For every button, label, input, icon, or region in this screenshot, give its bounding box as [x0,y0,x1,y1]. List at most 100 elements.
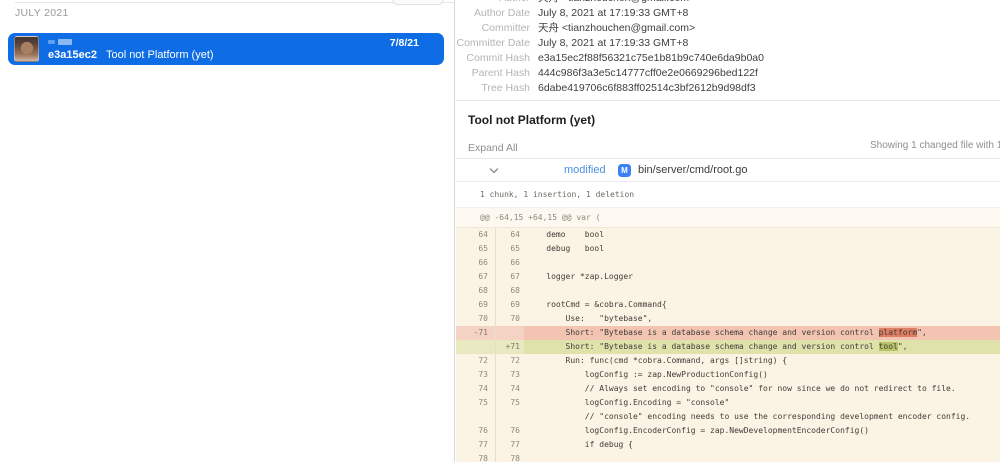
diff-line: 6767 logger *zap.Logger [456,270,1000,284]
new-line-number: 65 [496,242,524,256]
diff-line-code [524,284,1000,298]
diff-line-code: if debug { [524,438,1000,452]
new-line-number: 72 [496,354,524,368]
avatar [14,36,39,62]
diff-line: 6464 demo bool [456,228,1000,242]
old-line-number: 69 [456,298,496,312]
metadata-value: e3a15ec2f88f56321c75e1b81b9c740e6da9b0a0 [538,52,764,64]
metadata-value: July 8, 2021 at 17:19:33 GMT+8 [538,37,688,49]
metadata-row: Tree Hash6dabe419706c6f883ff02514c3bf261… [456,80,1000,95]
diff-line: 7474 // Always set encoding to "console"… [456,382,1000,396]
metadata-value: July 8, 2021 at 17:19:33 GMT+8 [538,7,688,19]
diff-line-code: demo bool [524,228,1000,242]
author-name-redacted [48,40,55,44]
metadata-row: Author Date July 8, 2021 at 17:19:33 GMT+… [456,5,1000,20]
diff-line: 6666 [456,256,1000,270]
old-line-number: 76 [456,424,496,438]
changed-files-summary: Showing 1 changed file with 1 addition a… [870,140,1000,151]
diff-stats-line: 1 chunk, 1 insertion, 1 deletion [456,182,1000,208]
diff-line: 6969 rootCmd = &cobra.Command{ [456,298,1000,312]
old-line-number: 75 [456,396,496,410]
metadata-value: 天舟 <tianzhouchen@gmail.com> [538,20,695,35]
old-line-number [456,410,496,424]
old-line-number: -71 [456,326,496,340]
diff-line: -71 Short: "Bytebase is a database schem… [456,326,1000,340]
commit-message-title: Tool not Platform (yet) [468,113,1000,127]
diff-line: 7272 Run: func(cmd *cobra.Command, args … [456,354,1000,368]
section-divider [15,2,454,3]
old-line-number: 72 [456,354,496,368]
diff-line-code: // Always set encoding to "console" for … [524,382,1000,396]
metadata-label: Author Date [456,7,530,19]
diff-line: 7878 [456,452,1000,462]
new-line-number: 69 [496,298,524,312]
commit-hash-short: e3a15ec2 [48,49,97,61]
new-line-number: 68 [496,284,524,298]
divider [456,100,1000,101]
diff-line-code: Use: "bytebase", [524,312,1000,326]
scrollbar-fragment[interactable] [392,0,444,5]
diff-line-code: logger *zap.Logger [524,270,1000,284]
diff-line-code [524,452,1000,462]
diff-line: 7676 logConfig.EncoderConfig = zap.NewDe… [456,424,1000,438]
old-line-number: 74 [456,382,496,396]
diff-line-code: debug bool [524,242,1000,256]
diff-line: 7575 logConfig.Encoding = "console" [456,396,1000,410]
new-line-number: 73 [496,368,524,382]
new-line-number: +71 [496,340,524,354]
old-line-number: 78 [456,452,496,462]
diff-line: 7373 logConfig := zap.NewProductionConfi… [456,368,1000,382]
diff-line-code: // "console" encoding needs to use the c… [524,410,1000,424]
new-line-number: 74 [496,382,524,396]
diff-line: 7070 Use: "bytebase", [456,312,1000,326]
file-status-label: modified [564,164,606,176]
new-line-number: 64 [496,228,524,242]
old-line-number [456,340,496,354]
commit-list-panel: JULY 2021 7/8/21 e3a15ec2Tool not Platfo… [0,0,455,462]
old-line-number: 64 [456,228,496,242]
modified-badge: M [618,164,631,177]
metadata-row: Commit Hash e3a15ec2f88f56321c75e1b81b9c7… [456,50,1000,65]
new-line-number: 70 [496,312,524,326]
diff-line-code: logConfig.EncoderConfig = zap.NewDevelop… [524,424,1000,438]
author-name-redacted [58,39,72,45]
diff-view: 6464 demo bool6565 debug bool66666767 lo… [456,228,1000,462]
new-line-number [496,326,524,340]
commit-list-item-selected[interactable]: 7/8/21 e3a15ec2Tool not Platform (yet) [8,33,444,65]
diff-line-code: Run: func(cmd *cobra.Command, args []str… [524,354,1000,368]
diff-line-code [524,256,1000,270]
metadata-label: Committer Date [456,37,530,49]
commit-group-header: JULY 2021 [15,7,69,19]
metadata-value: 444c986f3a3e5c14777cff0e2e0669296bed122f [538,67,758,79]
changed-word-highlight: platform [879,328,918,337]
diff-line: 7777 if debug { [456,438,1000,452]
diff-line: // "console" encoding needs to use the c… [456,410,1000,424]
new-line-number: 77 [496,438,524,452]
diff-line: 6565 debug bool [456,242,1000,256]
diff-line-code: Short: "Bytebase is a database schema ch… [524,326,1000,340]
metadata-row: Committer天舟 <tianzhouchen@gmail.com> [456,20,1000,35]
old-line-number: 68 [456,284,496,298]
diff-toolbar: Expand All Showing 1 changed file with 1… [456,138,1000,152]
old-line-number: 67 [456,270,496,284]
new-line-number: 66 [496,256,524,270]
chevron-down-icon[interactable] [489,166,499,175]
metadata-label: Commit Hash [456,52,530,64]
hunk-header: @@ -64,15 +64,15 @@ var ( [456,208,1000,228]
metadata-label: Author [456,0,530,4]
expand-all-button[interactable]: Expand All [468,142,518,154]
metadata-label: Tree Hash [456,82,530,94]
metadata-row: Parent Hash 444c986f3a3e5c14777cff0e2e066… [456,65,1000,80]
metadata-row: Committer Date July 8, 2021 at 17:19:33 G… [456,35,1000,50]
metadata-value: 天舟 <tianzhouchen@gmail.com> [538,0,695,5]
commit-metadata-table: Author天舟 <tianzhouchen@gmail.com>Author … [456,0,1000,95]
commit-summary-line: e3a15ec2Tool not Platform (yet) [48,49,214,61]
old-line-number: 77 [456,438,496,452]
changed-file-row[interactable]: modified M bin/server/cmd/root.go [456,159,1000,182]
new-line-number: 76 [496,424,524,438]
metadata-label: Parent Hash [456,67,530,79]
old-line-number: 65 [456,242,496,256]
file-path: bin/server/cmd/root.go [638,164,747,176]
diff-line: +71 Short: "Bytebase is a database schem… [456,340,1000,354]
old-line-number: 70 [456,312,496,326]
